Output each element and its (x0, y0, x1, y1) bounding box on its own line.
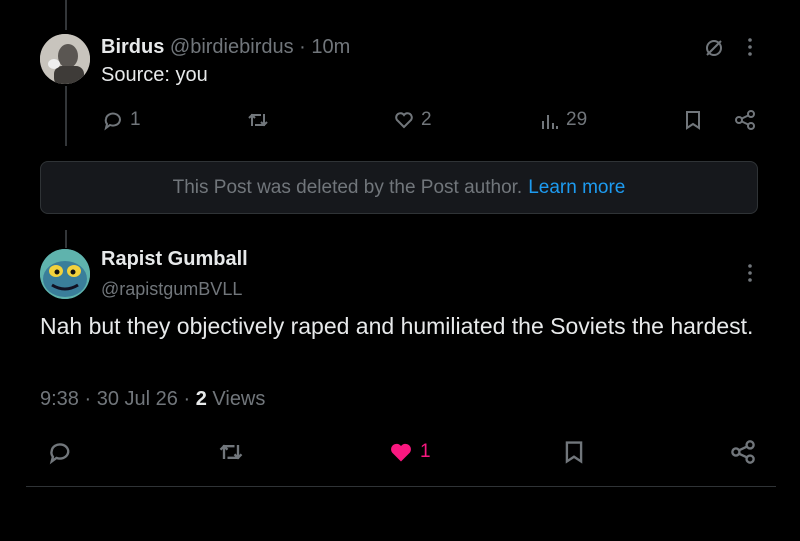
more-icon[interactable] (742, 263, 758, 288)
display-name[interactable]: Rapist Gumball (101, 248, 248, 271)
thread-line (65, 86, 67, 146)
avatar[interactable] (40, 34, 90, 84)
timestamp[interactable]: 10m (311, 36, 350, 58)
bookmark-button[interactable] (683, 109, 703, 131)
reply-button[interactable] (47, 439, 73, 465)
post-time[interactable]: 9:38 (40, 388, 79, 410)
bookmark-icon (565, 441, 583, 464)
reply-icon (49, 443, 70, 465)
thread-line (65, 0, 67, 30)
post-date[interactable]: 30 Jul 26 (97, 388, 178, 410)
heart-icon (395, 112, 413, 129)
share-icon (731, 440, 755, 464)
reply-header: Birdus @birdiebirdus · 10m (101, 36, 350, 59)
views-count: 29 (566, 109, 588, 130)
more-icon[interactable] (742, 37, 758, 62)
views-label: Views (212, 388, 266, 410)
separator-dot: · (183, 388, 191, 410)
post-meta: 9:38 · 30 Jul 26 · 2 Views (40, 388, 265, 411)
repost-button[interactable] (246, 109, 270, 131)
share-icon (735, 110, 755, 130)
views-button[interactable]: 29 (540, 109, 587, 131)
handle[interactable]: @birdiebirdus (170, 36, 294, 58)
post-text: Nah but they objectively raped and humil… (40, 313, 754, 339)
analytics-icon (542, 115, 558, 129)
post-text: Source: you (101, 64, 208, 86)
reply-count: 1 (130, 109, 141, 130)
thread-line (65, 230, 67, 248)
heart-filled-icon (391, 443, 411, 462)
deleted-post-notice: This Post was deleted by the Post author… (40, 161, 758, 214)
like-count: 1 (420, 441, 431, 462)
repost-button[interactable] (217, 439, 245, 465)
bookmark-icon (686, 111, 700, 130)
views-count: 2 (195, 388, 207, 410)
repost-icon (219, 444, 243, 460)
avatar[interactable] (40, 249, 90, 299)
handle[interactable]: @rapistgumBVLL (101, 279, 242, 300)
like-count: 2 (421, 109, 432, 130)
separator-dot: · (84, 388, 92, 410)
like-button[interactable]: 2 (393, 109, 432, 131)
reply-button[interactable]: 1 (102, 109, 141, 131)
separator-dot: · (299, 36, 306, 58)
display-name[interactable]: Birdus (101, 36, 164, 58)
bookmark-button[interactable] (562, 439, 586, 465)
share-button[interactable] (734, 109, 756, 131)
like-button[interactable]: 1 (388, 439, 431, 465)
divider (26, 486, 776, 487)
share-button[interactable] (730, 439, 756, 465)
learn-more-link[interactable]: Learn more (528, 177, 625, 199)
grok-icon[interactable] (703, 37, 725, 64)
deleted-notice-text: This Post was deleted by the Post author… (172, 176, 523, 198)
reply-icon (104, 112, 121, 131)
repost-icon (248, 113, 268, 127)
